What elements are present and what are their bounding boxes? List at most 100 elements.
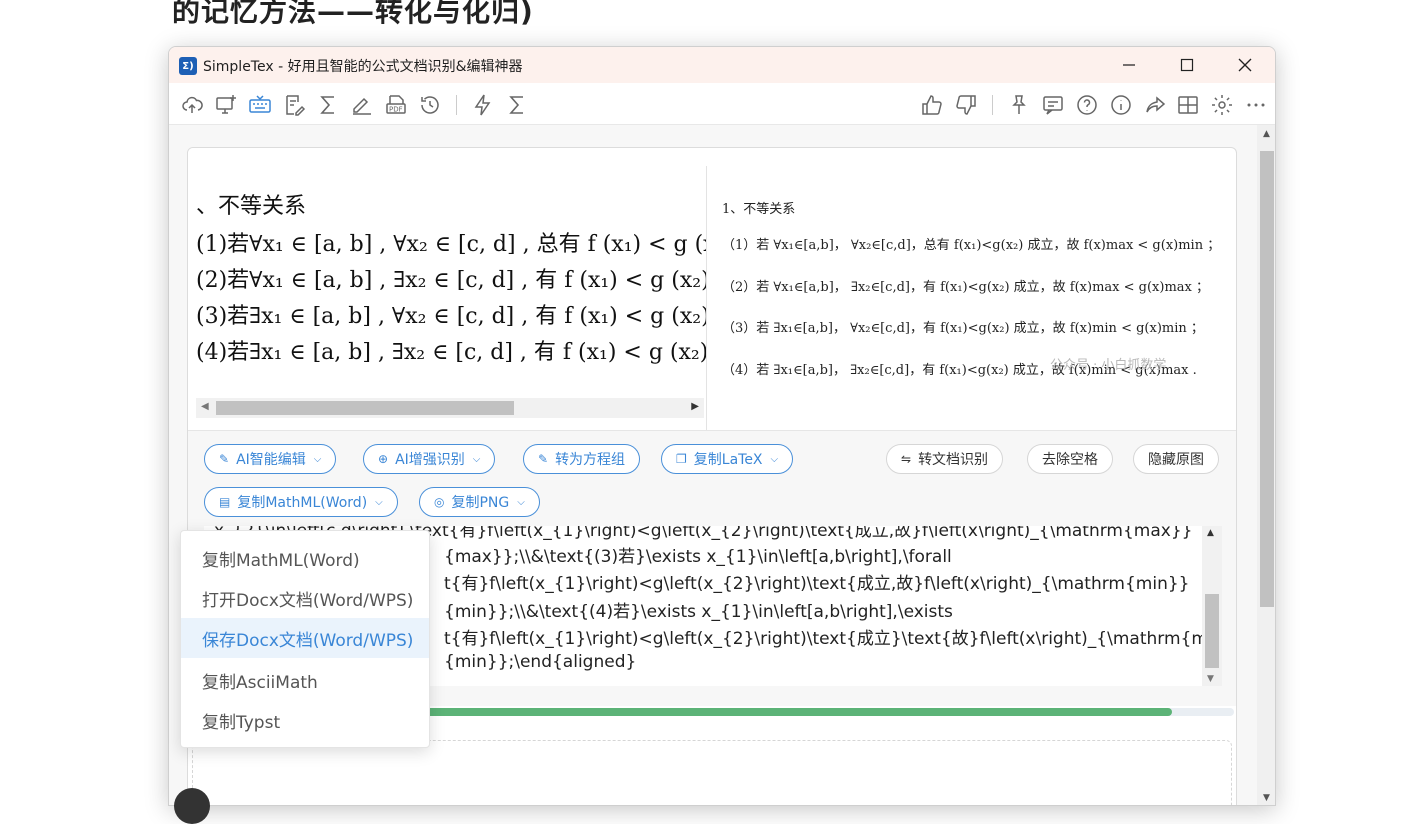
menu-item-copy-mathml[interactable]: 复制MathML(Word) [181,538,429,578]
upload-cloud-icon[interactable] [180,93,204,117]
menu-item-copy-asciimath[interactable]: 复制AsciiMath [181,660,429,700]
share-icon[interactable] [1143,93,1167,117]
flash-icon[interactable] [471,93,495,117]
swap-icon: ⇋ [901,452,912,466]
chevron-down-icon: ⌵ [313,453,322,465]
pin-icon[interactable] [1007,93,1031,117]
menu-item-save-docx[interactable]: 保存Docx文档(Word/WPS) [181,618,429,658]
math-line: 、不等关系 [196,194,307,219]
thumbs-up-icon[interactable] [920,93,944,117]
thumbs-down-icon[interactable] [954,93,978,117]
window-title: SimpleTex - 好用且智能的公式文档识别&编辑神器 [203,59,523,75]
sigma-icon[interactable] [316,93,340,117]
image-icon: ◎ [434,495,445,509]
feedback-icon[interactable] [1041,93,1065,117]
code-line: t{有}f\left(x_{1}\right)<g\left(x_{2}\rig… [444,629,1202,649]
copy-latex-button[interactable]: ❐ 复制LaTeX ⌵ [661,444,794,474]
sigma-alt-icon[interactable] [505,93,529,117]
chevron-down-icon: ⌵ [517,496,525,508]
handwrite-icon[interactable] [350,93,374,117]
code-scroll-thumb[interactable] [1205,594,1219,668]
toolbar-separator [456,95,457,115]
math-line: (2)若∀x₁ ∈ [a, b] , ∃x₂ ∈ [c, d] , 有 f (x… [196,268,706,293]
pdf-icon[interactable]: PDF [384,93,408,117]
help-icon[interactable] [1075,93,1099,117]
hide-original-button[interactable]: 隐藏原图 [1133,444,1219,474]
more-icon[interactable] [1244,93,1268,117]
copy-latex-label: 复制LaTeX [693,452,763,468]
title-bar[interactable]: Σ) SimpleTex - 好用且智能的公式文档识别&编辑神器 [169,47,1275,83]
scroll-up-icon[interactable]: ▲ [1263,129,1270,139]
history-icon[interactable] [418,93,442,117]
ai-edit-label: AI智能编辑 [236,452,306,468]
original-image-panel: 1、不等关系 （1）若 ∀x₁∈[a,b]， ∀x₂∈[c,d]，总有 f(x₁… [708,148,1236,430]
chevron-down-icon: ⌵ [472,453,481,465]
close-button[interactable] [1225,53,1265,77]
code-line: {min}};\\&\text{(4)若}\exists x_{1}\in\le… [444,602,953,622]
to-doc-label: 转文档识别 [918,452,989,468]
scroll-thumb[interactable] [216,401,514,415]
horizontal-scrollbar[interactable]: ◀ ▶ [196,398,704,418]
copy-mathml-label: 复制MathML(Word) [237,495,368,511]
panel-divider[interactable] [706,166,707,430]
window-layout-icon[interactable] [1176,93,1200,117]
scroll-down-icon[interactable]: ▼ [1207,674,1214,684]
hide-original-label: 隐藏原图 [1148,452,1204,468]
edit-icon: ✎ [538,452,549,466]
remove-spaces-label: 去除空格 [1042,452,1098,468]
scroll-up-icon[interactable]: ▲ [1207,528,1214,538]
info-icon[interactable] [1109,93,1133,117]
scroll-left-icon[interactable]: ◀ [201,401,209,412]
edit-icon: ✎ [219,452,230,466]
settings-icon[interactable] [1210,93,1234,117]
copy-mathml-button[interactable]: ▤ 复制MathML(Word) ⌵ [204,487,398,517]
menu-item-copy-typst[interactable]: 复制Typst [181,700,429,740]
scroll-right-icon[interactable]: ▶ [691,401,699,412]
minimize-button[interactable] [1109,53,1149,77]
copy-png-label: 复制PNG [451,495,510,511]
enhance-icon: ⊕ [378,452,389,466]
menu-item-open-docx[interactable]: 打开Docx文档(Word/WPS) [181,578,429,618]
window-scrollbar[interactable]: ▲ ▼ [1257,125,1275,805]
action-bar: ✎ AI智能编辑 ⌵ ⊕ AI增强识别 ⌵ ✎ 转为方程组 ❐ 复制LaTeX ⌵ ⇋ 转文档识… [188,430,1236,526]
code-line: {max}};\\&\text{(3)若}\exists x_{1}\in\le… [444,547,952,567]
maximize-icon [1180,58,1194,72]
code-scrollbar[interactable]: ▲ ▼ [1202,526,1222,686]
window-scroll-thumb[interactable] [1260,151,1274,607]
close-icon [1238,58,1252,72]
ai-edit-button[interactable]: ✎ AI智能编辑 ⌵ [204,444,337,474]
copy-icon: ❐ [676,452,687,466]
chevron-down-icon: ⌵ [770,453,779,465]
rendered-formula-panel: 、不等关系 (1)若∀x₁ ∈ [a, b] , ∀x₂ ∈ [c, d] , … [188,148,706,430]
math-line: (3)若∃x₁ ∈ [a, b] , ∀x₂ ∈ [c, d] , 有 f (x… [196,304,706,329]
avatar[interactable] [174,788,210,824]
chevron-down-icon: ⌵ [375,496,383,508]
ai-enhance-label: AI增强识别 [395,452,465,468]
drop-zone[interactable] [192,740,1232,805]
to-equations-label: 转为方程组 [555,452,626,468]
watermark: 公众号 · 小白抓数学 [1050,358,1167,373]
code-line: {min}};\end{aligned} [444,652,637,672]
original-line: （2）若 ∀x₁∈[a,b]， ∃x₂∈[c,d]，有 f(x₁)<g(x₂) … [722,280,1209,295]
math-line: (4)若∃x₁ ∈ [a, b] , ∃x₂ ∈ [c, d] , 有 f (x… [196,340,706,365]
ai-enhance-button[interactable]: ⊕ AI增强识别 ⌵ [363,444,496,474]
to-equations-button[interactable]: ✎ 转为方程组 [523,444,641,474]
original-line: 1、不等关系 [722,202,796,217]
app-logo-icon: Σ) [179,57,197,75]
to-doc-button[interactable]: ⇋ 转文档识别 [886,444,1004,474]
svg-text:PDF: PDF [389,106,403,114]
code-line: t{有}f\left(x_{1}\right)<g\left(x_{2}\rig… [444,574,1190,594]
maximize-button[interactable] [1167,53,1207,77]
original-line: （3）若 ∃x₁∈[a,b]， ∀x₂∈[c,d]，有 f(x₁)<g(x₂) … [722,321,1204,336]
remove-spaces-button[interactable]: 去除空格 [1027,444,1113,474]
copy-format-menu: 复制MathML(Word) 打开Docx文档(Word/WPS) 保存Docx… [180,530,430,748]
keyboard-icon[interactable] [248,93,272,117]
screen-capture-icon[interactable] [214,93,238,117]
doc-icon: ▤ [219,495,231,509]
edit-doc-icon[interactable] [282,93,306,117]
math-line: (1)若∀x₁ ∈ [a, b] , ∀x₂ ∈ [c, d] , 总有 f (… [196,232,706,257]
copy-png-button[interactable]: ◎ 复制PNG ⌵ [419,487,540,517]
original-line: （1）若 ∀x₁∈[a,b]， ∀x₂∈[c,d]，总有 f(x₁)<g(x₂)… [722,238,1221,253]
background-heading: 的记忆方法——转化与化归) [172,0,534,28]
toolbar-separator [992,95,993,115]
